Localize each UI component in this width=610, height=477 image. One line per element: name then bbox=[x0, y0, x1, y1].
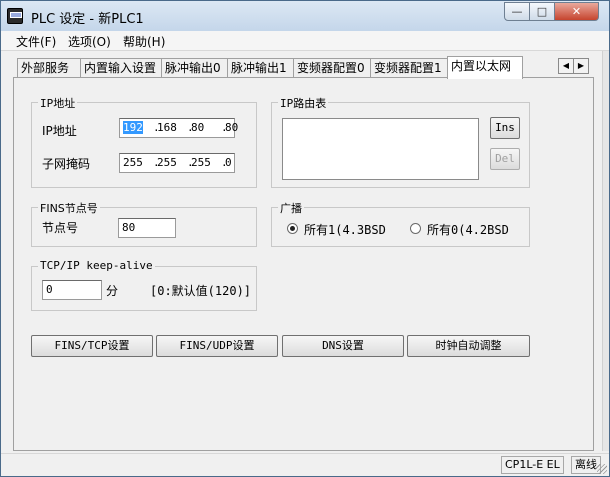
menu-bar: 文件(F) 选项(O) 帮助(H) bbox=[1, 31, 609, 51]
menu-file[interactable]: 文件(F) bbox=[16, 33, 56, 50]
broadcast-all-zeros-label[interactable]: 所有0(4.2BSD bbox=[427, 221, 509, 238]
broadcast-group-title: 广播 bbox=[278, 200, 304, 216]
ip-address-group-title: IP地址 bbox=[38, 95, 78, 111]
tab-pulse-output-1[interactable]: 脉冲输出1 bbox=[227, 58, 294, 78]
keepalive-minutes-input[interactable]: 0 bbox=[42, 280, 102, 300]
menu-help[interactable]: 帮助(H) bbox=[123, 33, 165, 50]
ip-octet-4[interactable]: 80 bbox=[225, 119, 241, 137]
delete-route-button[interactable]: Del bbox=[490, 148, 520, 170]
mask-octet-3[interactable]: 255 bbox=[191, 154, 221, 172]
ip-route-table-title: IP路由表 bbox=[278, 95, 329, 111]
tab-scroll-right-icon[interactable]: ▶ bbox=[573, 58, 589, 74]
node-number-input[interactable]: 80 bbox=[118, 218, 176, 238]
clock-auto-adjust-button[interactable]: 时钟自动调整 bbox=[407, 335, 530, 357]
ip-route-table-group: IP路由表 Ins Del bbox=[271, 95, 530, 188]
window-edge-strip bbox=[602, 51, 609, 451]
fins-node-group: FINS节点号 节点号 80 bbox=[31, 200, 257, 247]
subnet-mask-input[interactable]: 255.255.255.0 bbox=[119, 153, 235, 173]
status-bar: CP1L-E EL 离线 bbox=[1, 453, 609, 476]
plc-settings-window: PLC 设定 - 新PLC1 — □ ✕ 文件(F) 选项(O) 帮助(H) 外… bbox=[0, 0, 610, 477]
ip-address-label: IP地址 bbox=[42, 124, 77, 138]
broadcast-all-ones-radio[interactable] bbox=[287, 223, 298, 234]
tab-builtin-ethernet[interactable]: 内置以太网 bbox=[447, 56, 523, 79]
menu-options[interactable]: 选项(O) bbox=[68, 33, 111, 50]
tab-inverter-config-0[interactable]: 变频器配置0 bbox=[293, 58, 371, 78]
ip-route-table-list[interactable] bbox=[282, 118, 479, 180]
tab-builtin-input[interactable]: 内置输入设置 bbox=[80, 58, 162, 78]
tab-pulse-output-0[interactable]: 脉冲输出0 bbox=[161, 58, 228, 78]
plc-app-icon bbox=[7, 8, 23, 24]
close-button[interactable]: ✕ bbox=[554, 2, 599, 21]
insert-route-button[interactable]: Ins bbox=[490, 117, 520, 139]
ip-octet-3[interactable]: 80 bbox=[191, 119, 221, 137]
mask-octet-1[interactable]: 255 bbox=[123, 154, 153, 172]
tab-strip: 外部服务 内置输入设置 脉冲输出0 脉冲输出1 变频器配置0 变频器配置1 内置… bbox=[13, 56, 593, 79]
mask-octet-4[interactable]: 0 bbox=[225, 154, 241, 172]
tab-inverter-config-1[interactable]: 变频器配置1 bbox=[370, 58, 448, 78]
ip-address-input[interactable]: 192.168.80.80 bbox=[119, 118, 238, 138]
keepalive-unit-label: 分 bbox=[106, 284, 119, 298]
ethernet-settings-panel: IP地址 IP地址 192.168.80.80 子网掩码 255.255.255… bbox=[13, 77, 594, 451]
subnet-mask-label: 子网掩码 bbox=[42, 157, 91, 171]
plc-model-status: CP1L-E EL bbox=[501, 456, 564, 474]
minimize-button[interactable]: — bbox=[504, 2, 530, 21]
keepalive-group: TCP/IP keep-alive 0 分 [0:默认值(120)] bbox=[31, 259, 257, 311]
tab-external-service[interactable]: 外部服务 bbox=[17, 58, 81, 78]
fins-node-group-title: FINS节点号 bbox=[38, 200, 100, 216]
keepalive-group-title: TCP/IP keep-alive bbox=[38, 259, 155, 272]
tab-scroll-left-icon[interactable]: ◀ bbox=[558, 58, 574, 74]
fins-udp-settings-button[interactable]: FINS/UDP设置 bbox=[156, 335, 278, 357]
mask-octet-2[interactable]: 255 bbox=[157, 154, 187, 172]
window-title: PLC 设定 - 新PLC1 bbox=[31, 12, 144, 27]
ip-address-group: IP地址 IP地址 192.168.80.80 子网掩码 255.255.255… bbox=[31, 95, 257, 188]
broadcast-group: 广播 所有1(4.3BSD 所有0(4.2BSD bbox=[271, 200, 530, 247]
maximize-button[interactable]: □ bbox=[529, 2, 555, 21]
ip-octet-2[interactable]: 168 bbox=[157, 119, 187, 137]
resize-grip-icon[interactable] bbox=[597, 464, 607, 474]
broadcast-all-ones-label[interactable]: 所有1(4.3BSD bbox=[304, 221, 386, 238]
broadcast-all-zeros-radio[interactable] bbox=[410, 223, 421, 234]
node-number-label: 节点号 bbox=[42, 221, 79, 235]
title-bar[interactable]: PLC 设定 - 新PLC1 — □ ✕ bbox=[1, 1, 609, 31]
fins-tcp-settings-button[interactable]: FINS/TCP设置 bbox=[31, 335, 153, 357]
ip-octet-1[interactable]: 192 bbox=[123, 121, 143, 134]
dns-settings-button[interactable]: DNS设置 bbox=[282, 335, 404, 357]
keepalive-default-hint: [0:默认值(120)] bbox=[150, 284, 252, 298]
